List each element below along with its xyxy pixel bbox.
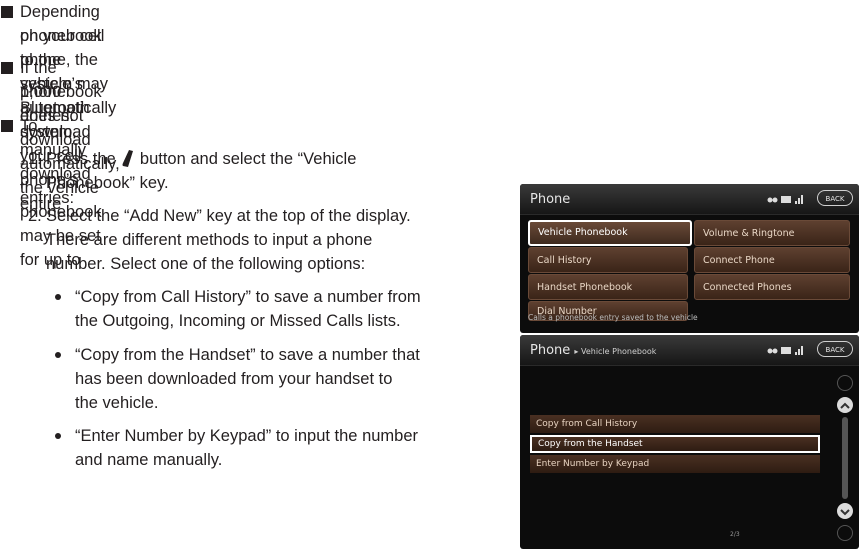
screen-title: Phone ▸ Vehicle Phonebook: [530, 339, 656, 364]
scroll-bar[interactable]: [842, 417, 848, 499]
screen-header: Phone BACK: [520, 184, 859, 215]
step-text-line: Select the “Add New” key at the top of t…: [46, 207, 411, 225]
back-button[interactable]: BACK: [817, 190, 853, 206]
connected-phones-key[interactable]: Connected Phones: [694, 274, 850, 300]
status-message: Calls a phonebook entry saved to the veh…: [528, 313, 698, 322]
square-bullet-icon: [1, 6, 13, 18]
sub-bullet-line: the vehicle.: [75, 394, 159, 412]
step-text-line: number. Select one of the following opti…: [46, 255, 366, 273]
copy-from-handset-option[interactable]: Copy from the Handset: [530, 435, 820, 453]
handset-phonebook-key[interactable]: Handset Phonebook: [528, 274, 688, 300]
enter-number-by-keypad-option[interactable]: Enter Number by Keypad: [530, 455, 820, 473]
step-text-line: Press the button and select the “Vehicle: [46, 147, 356, 171]
sub-bullet-line: the Outgoing, Incoming or Missed Calls l…: [75, 312, 401, 330]
phone-status-icons: [767, 346, 803, 355]
vehicle-phonebook-key[interactable]: Vehicle Phonebook: [528, 220, 692, 246]
round-bullet-icon: [55, 352, 61, 358]
screen-header: Phone ▸ Vehicle Phonebook BACK: [520, 335, 859, 366]
scroll-up-icon[interactable]: [837, 397, 853, 413]
breadcrumb: ▸ Vehicle Phonebook: [574, 347, 657, 356]
step-number: 2.: [28, 207, 42, 225]
sub-bullet-line: “Copy from the Handset” to save a number…: [75, 346, 420, 364]
page-indicator: 2/3: [730, 531, 740, 538]
sub-bullet-line: “Enter Number by Keypad” to input the nu…: [75, 427, 419, 445]
scroll-down-icon[interactable]: [837, 503, 853, 519]
round-bullet-icon: [55, 433, 61, 439]
sub-bullet-line: has been downloaded from your handset to: [75, 370, 393, 388]
square-bullet-icon: [1, 62, 13, 74]
step-text-post: button and select the “Vehicle: [139, 150, 357, 168]
screen-title-text: Phone: [530, 343, 571, 358]
square-bullet-icon: [1, 120, 13, 132]
step-text-pre: Press the: [46, 150, 116, 168]
call-history-key[interactable]: Call History: [528, 247, 688, 273]
phone-menu-screen: Phone BACK Vehicle Phonebook Call Histor…: [520, 184, 859, 333]
scroll-top-icon[interactable]: [837, 375, 853, 391]
round-bullet-icon: [55, 294, 61, 300]
sub-bullet-line: and name manually.: [75, 451, 223, 469]
step-number: 1.: [28, 150, 42, 168]
back-button[interactable]: BACK: [817, 341, 853, 357]
screen-title: Phone: [530, 192, 571, 207]
volume-ringtone-key[interactable]: Volume & Ringtone: [694, 220, 850, 246]
phone-button-icon: [122, 150, 134, 167]
scroll-bottom-icon[interactable]: [837, 525, 853, 541]
connect-phone-key[interactable]: Connect Phone: [694, 247, 850, 273]
sub-bullet-line: “Copy from Call History” to save a numbe…: [75, 288, 421, 306]
copy-from-call-history-option[interactable]: Copy from Call History: [530, 415, 820, 433]
vehicle-phonebook-screen: Phone ▸ Vehicle Phonebook BACK Copy from…: [520, 335, 859, 549]
phone-status-icons: [767, 195, 803, 204]
step-text-line: There are different methods to input a p…: [46, 231, 373, 249]
step-text-line: Phonebook” key.: [46, 174, 169, 192]
